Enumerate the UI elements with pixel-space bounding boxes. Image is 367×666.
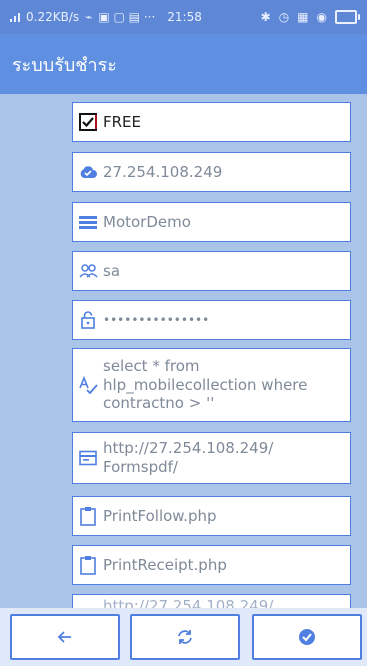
app-bar: ระบบรับชำระ xyxy=(0,34,367,94)
url-input[interactable]: http://27.254.108.249/ Formspdf/ xyxy=(103,439,348,477)
free-label: FREE xyxy=(103,112,142,131)
checkbox-icon[interactable] xyxy=(77,111,99,133)
partial-url-input[interactable]: http://27.254.108.249/ xyxy=(103,597,273,608)
wifi-icon: ⌁ xyxy=(85,10,93,24)
bluetooth-icon: ✱ xyxy=(260,10,271,24)
form-scroll-area[interactable]: FREE 27.254.108.249 MotorDemo sa •••••••… xyxy=(0,94,367,608)
status-left: 0.22KB/s ⌁ ▣ ▢ ▤ ··· 21:58 xyxy=(10,10,202,24)
list-icon xyxy=(77,211,99,233)
partial-url-field[interactable]: http://27.254.108.249/ xyxy=(72,594,351,608)
refresh-icon xyxy=(178,630,192,644)
status-right: ✱ ◷ ▦ ◉ xyxy=(260,10,360,24)
back-button[interactable] xyxy=(10,614,120,660)
users-icon xyxy=(77,260,99,282)
check-circle-icon xyxy=(299,629,315,645)
app-title: ระบบรับชำระ xyxy=(12,54,117,76)
status-bar: 0.22KB/s ⌁ ▣ ▢ ▤ ··· 21:58 ✱ ◷ ▦ ◉ xyxy=(0,0,367,34)
free-checkbox-field[interactable]: FREE xyxy=(72,102,351,142)
password-field[interactable]: ••••••••••••••• xyxy=(72,300,351,340)
printreceipt-field[interactable]: PrintReceipt.php xyxy=(72,545,351,585)
lock-icon xyxy=(77,309,99,331)
bottom-action-bar xyxy=(0,608,367,666)
ip-input[interactable]: 27.254.108.249 xyxy=(103,163,222,182)
battery-icon xyxy=(335,10,360,24)
printfollow-field[interactable]: PrintFollow.php xyxy=(72,496,351,536)
query-field[interactable]: select * from hlp_mobilecollection where… xyxy=(72,348,351,422)
username-field[interactable]: sa xyxy=(72,251,351,291)
signal-icon xyxy=(10,12,20,22)
spellcheck-icon xyxy=(77,374,99,396)
eye-icon: ◉ xyxy=(316,10,327,24)
database-field[interactable]: MotorDemo xyxy=(72,202,351,242)
password-input[interactable]: ••••••••••••••• xyxy=(103,313,209,328)
status-time: 21:58 xyxy=(167,10,202,24)
clipboard-icon xyxy=(77,505,99,527)
cloud-check-icon xyxy=(77,161,99,183)
ip-field[interactable]: 27.254.108.249 xyxy=(72,152,351,192)
network-speed: 0.22KB/s xyxy=(26,10,80,24)
database-input[interactable]: MotorDemo xyxy=(103,213,191,232)
confirm-button[interactable] xyxy=(252,614,362,660)
username-input[interactable]: sa xyxy=(103,262,120,281)
back-arrow-icon xyxy=(57,631,71,643)
refresh-button[interactable] xyxy=(130,614,240,660)
window-icon xyxy=(77,447,99,469)
volume-icon: ▦ xyxy=(297,10,309,24)
clipboard-icon xyxy=(77,554,99,576)
notification-icons: ▣ ▢ ▤ ··· xyxy=(98,10,156,24)
query-input[interactable]: select * from hlp_mobilecollection where… xyxy=(103,357,348,413)
printfollow-input[interactable]: PrintFollow.php xyxy=(103,507,217,526)
printreceipt-input[interactable]: PrintReceipt.php xyxy=(103,556,227,575)
url-field[interactable]: http://27.254.108.249/ Formspdf/ xyxy=(72,432,351,484)
alarm-icon: ◷ xyxy=(278,10,290,24)
